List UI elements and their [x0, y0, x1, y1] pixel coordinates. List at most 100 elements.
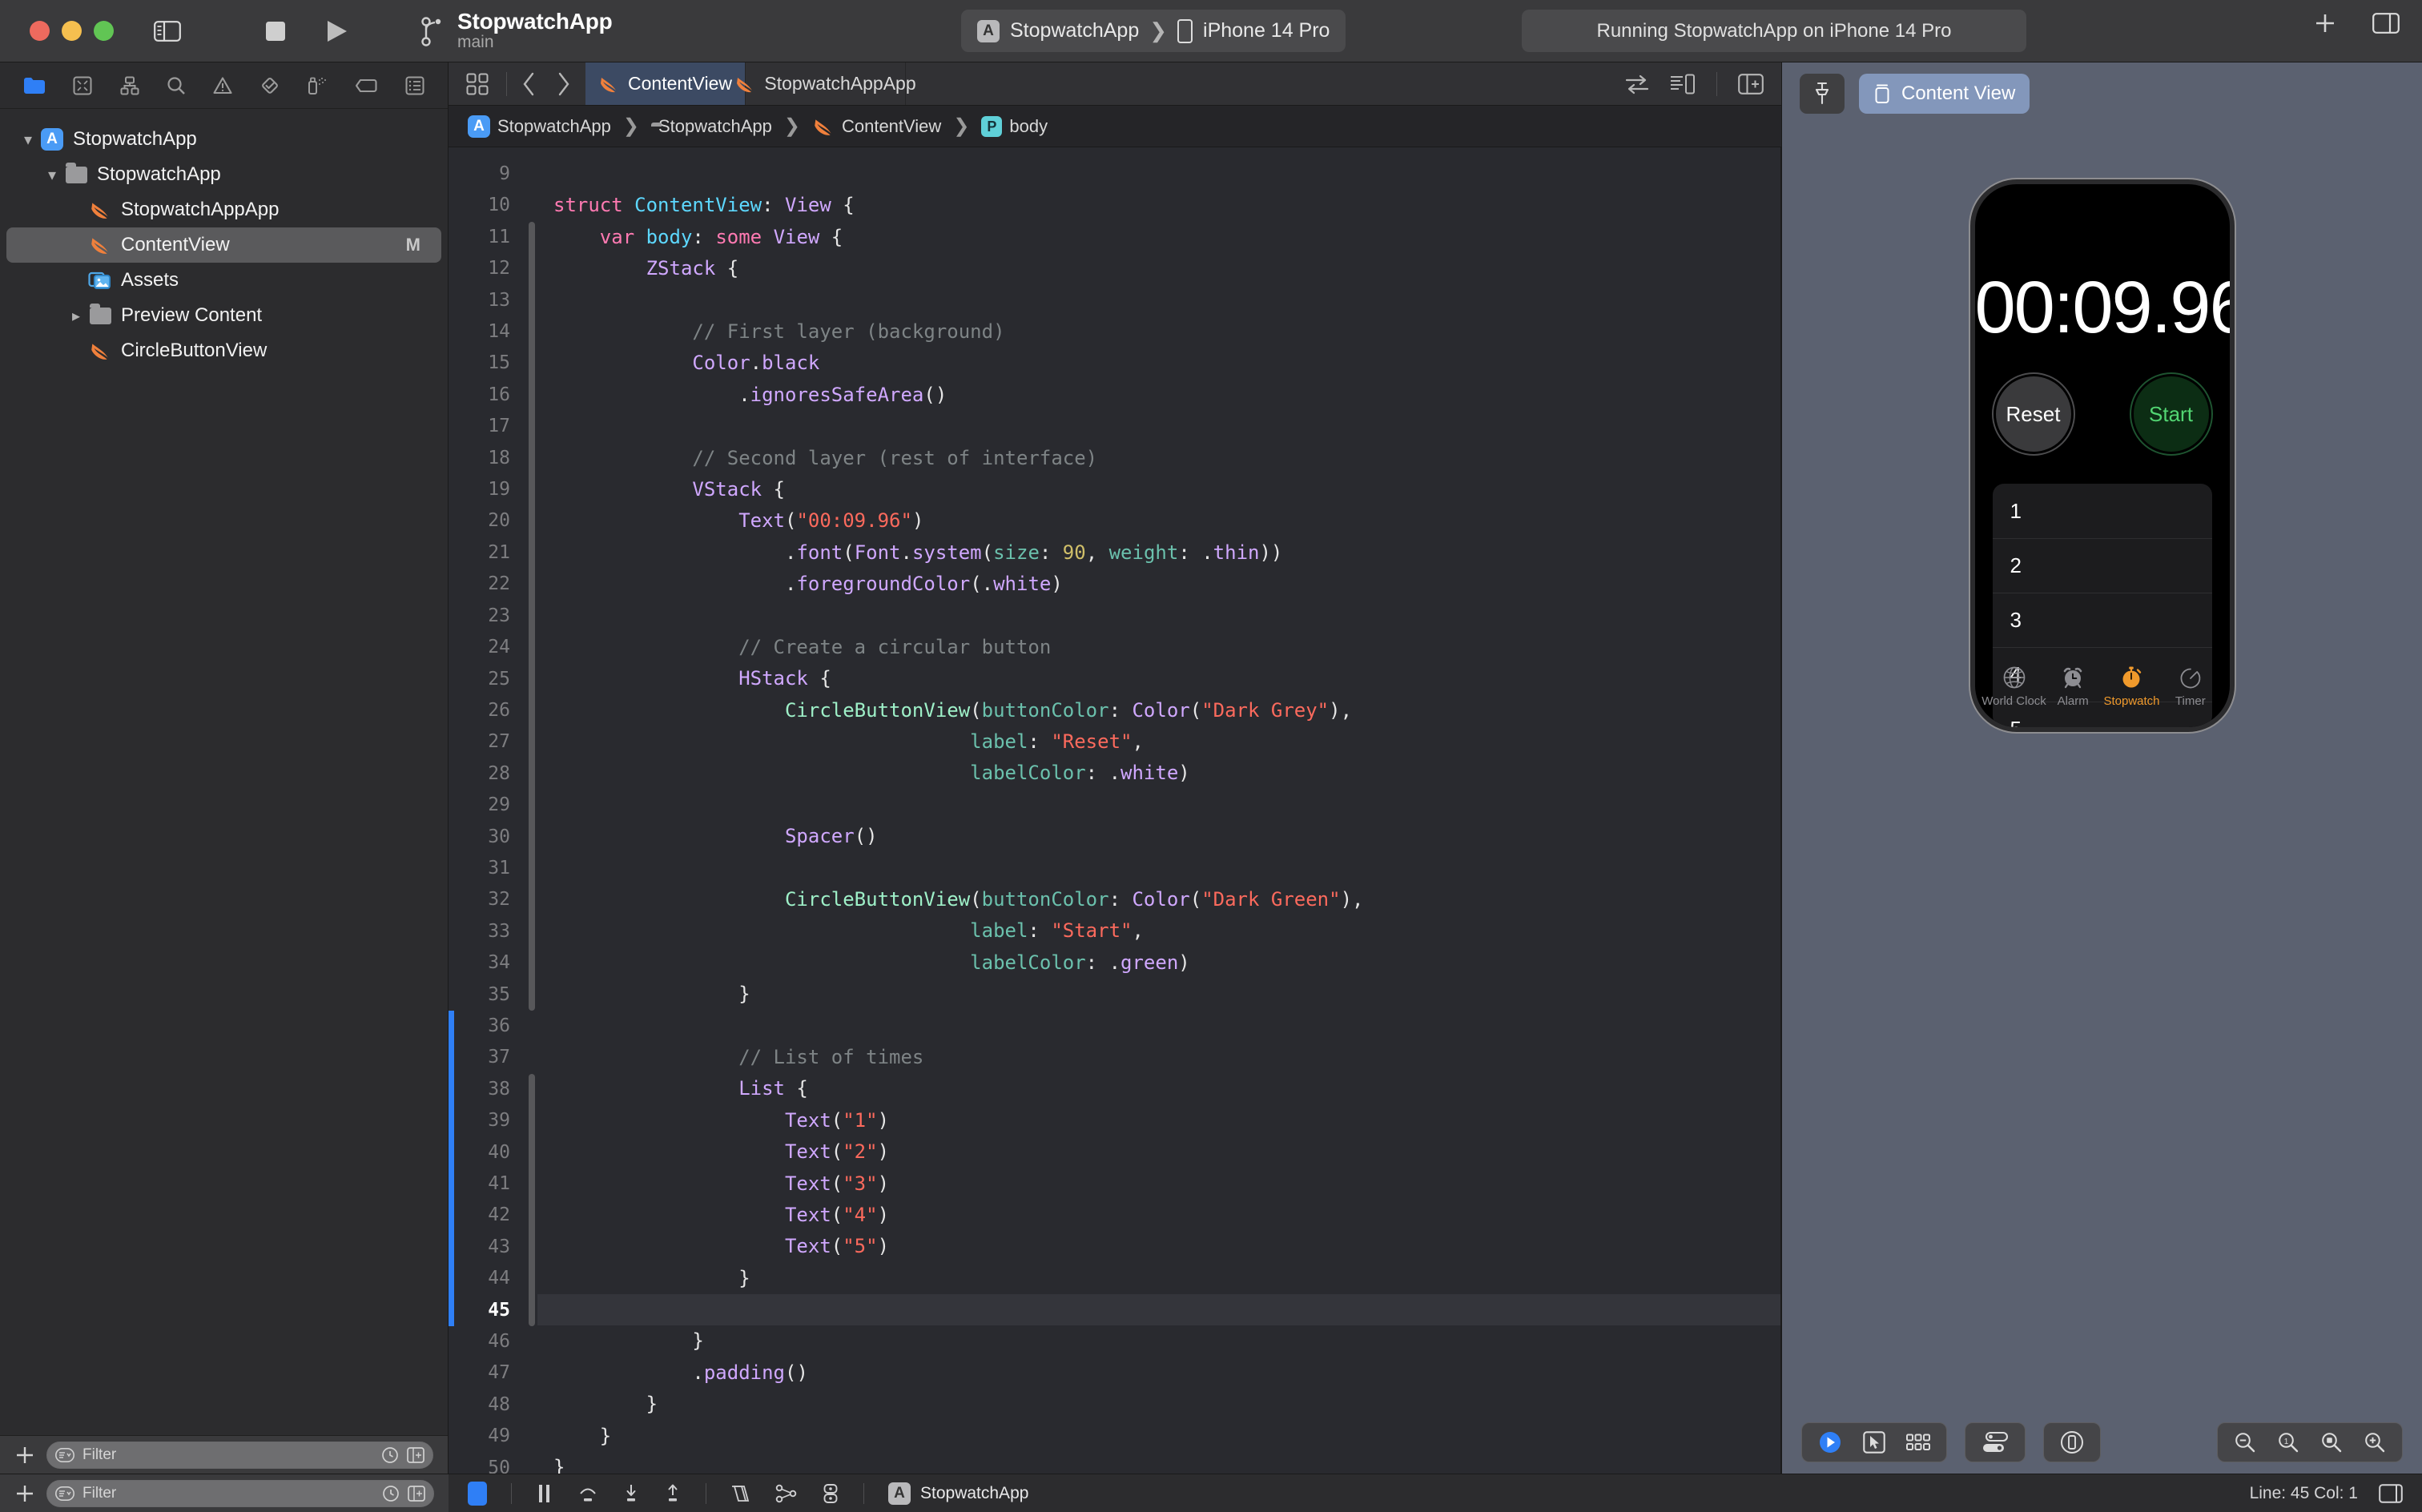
code-folding-ribbon[interactable] [526, 147, 537, 1474]
disclosure-triangle-icon[interactable]: ▾ [18, 130, 38, 150]
code-line[interactable]: } [553, 1263, 1781, 1294]
code-line[interactable]: CircleButtonView(buttonColor: Color("Dar… [553, 695, 1781, 726]
device-orientation-icon[interactable] [2060, 1430, 2084, 1454]
start-button[interactable]: Start [2134, 376, 2209, 452]
filter-options-icon[interactable] [55, 1486, 74, 1501]
code-line[interactable]: Text("5") [553, 1231, 1781, 1262]
view-debug-icon[interactable] [775, 1483, 798, 1504]
step-over-icon[interactable] [577, 1483, 598, 1504]
pin-icon[interactable] [1800, 74, 1845, 114]
code-line[interactable]: labelColor: .white) [553, 758, 1781, 789]
add-file-button[interactable] [14, 1445, 35, 1466]
code-line[interactable]: .foregroundColor(.white) [553, 569, 1781, 600]
minimap-icon[interactable] [1670, 74, 1696, 94]
breadcrumb-item-contentview[interactable]: ContentView [812, 116, 941, 137]
activity-status-bar[interactable]: Running StopwatchApp on iPhone 14 Pro [1522, 10, 2026, 52]
add-editor-icon[interactable] [1738, 74, 1764, 94]
lap-row[interactable]: 3 [1993, 593, 2212, 647]
project-file-tree[interactable]: ▾AStopwatchApp▾StopwatchApp▸StopwatchApp… [0, 109, 448, 1435]
find-navigator-icon[interactable] [167, 76, 186, 95]
code-line[interactable]: } [553, 979, 1781, 1010]
source-control-navigator-icon[interactable] [73, 76, 92, 95]
code-review-icon[interactable] [1625, 74, 1649, 94]
continue-icon[interactable] [468, 1482, 487, 1506]
view-hierarchy-icon[interactable] [730, 1483, 751, 1504]
code-line[interactable] [553, 600, 1781, 631]
pause-icon[interactable] [536, 1483, 553, 1504]
breakpoint-navigator-icon[interactable] [355, 78, 377, 93]
code-line[interactable]: .font(Font.system(size: 90, weight: .thi… [553, 537, 1781, 569]
sidebar-toggle-icon[interactable] [154, 21, 181, 42]
code-line[interactable]: } [553, 1421, 1781, 1452]
variants-grid-icon[interactable] [1906, 1434, 1930, 1451]
tab-stopwatchappapp[interactable]: StopwatchAppApp [746, 62, 906, 105]
symbol-navigator-icon[interactable] [120, 76, 139, 95]
report-navigator-icon[interactable] [405, 76, 424, 95]
back-chevron-icon[interactable] [521, 72, 536, 96]
minimize-window-button[interactable] [62, 21, 82, 41]
forward-chevron-icon[interactable] [557, 72, 571, 96]
tab-contentview[interactable]: ContentView [585, 62, 746, 105]
maximize-window-button[interactable] [94, 21, 114, 41]
zoom-out-icon[interactable] [2234, 1431, 2256, 1454]
tab-alarm[interactable]: Alarm [2044, 666, 2102, 708]
code-line[interactable]: struct ContentView: View { [553, 190, 1781, 221]
modified-files-filter-icon[interactable] [408, 1485, 425, 1502]
code-line[interactable]: List { [553, 1073, 1781, 1104]
step-into-icon[interactable] [622, 1483, 640, 1504]
tab-timer[interactable]: Timer [2161, 666, 2219, 708]
breadcrumb-item-stopwatchapp[interactable]: AStopwatchApp [468, 115, 611, 138]
code-line[interactable] [553, 159, 1781, 190]
code-line[interactable]: Text("1") [553, 1105, 1781, 1136]
tree-item-circlebuttonview[interactable]: ▸CircleButtonView [6, 333, 441, 368]
scheme-destination-selector[interactable]: A StopwatchApp ❯ iPhone 14 Pro [961, 10, 1346, 52]
code-line[interactable]: Text("2") [553, 1136, 1781, 1168]
add-file-button[interactable] [14, 1483, 35, 1504]
code-line[interactable]: Color.black [553, 348, 1781, 379]
code-line[interactable]: Text("4") [553, 1200, 1781, 1231]
code-line[interactable]: Text("00:09.96") [553, 505, 1781, 537]
code-line[interactable]: Text("3") [553, 1168, 1781, 1200]
debug-navigator-icon[interactable] [307, 76, 328, 95]
code-line[interactable]: CircleButtonView(buttonColor: Color("Dar… [553, 884, 1781, 915]
recent-files-filter-icon[interactable] [382, 1485, 400, 1502]
code-line[interactable]: // First layer (background) [553, 316, 1781, 348]
disclosure-triangle-icon[interactable]: ▾ [42, 165, 62, 185]
code-line[interactable]: // List of times [553, 1042, 1781, 1073]
tree-item-stopwatchapp[interactable]: ▾StopwatchApp [6, 157, 441, 192]
code-line[interactable]: label: "Reset", [553, 726, 1781, 758]
breadcrumb-item-stopwatchapp[interactable]: StopwatchApp [651, 116, 772, 137]
code-line[interactable]: var body: some View { [553, 222, 1781, 253]
disclosure-triangle-icon[interactable]: ▸ [66, 306, 86, 326]
code-line[interactable]: HStack { [553, 663, 1781, 694]
selectable-pointer-icon[interactable] [1863, 1431, 1885, 1454]
code-line[interactable] [553, 411, 1781, 442]
status-filter-input[interactable]: Filter [46, 1480, 434, 1507]
code-line[interactable]: } [553, 1452, 1781, 1474]
stop-icon[interactable] [265, 21, 286, 42]
live-preview-play-icon[interactable] [1818, 1430, 1842, 1454]
tree-item-stopwatchappapp[interactable]: ▸StopwatchAppApp [6, 192, 441, 227]
iphone-preview-device[interactable]: 00:09.96 Reset Start 12345 [1970, 179, 2235, 732]
code-line[interactable] [553, 853, 1781, 884]
code-line[interactable]: labelColor: .green) [553, 947, 1781, 979]
zoom-100-icon[interactable]: 1 [2277, 1431, 2299, 1454]
issue-navigator-icon[interactable] [213, 76, 232, 95]
layout-toggle-icon[interactable] [2379, 1484, 2403, 1503]
lap-row[interactable]: 2 [1993, 538, 2212, 593]
test-navigator-icon[interactable] [260, 76, 280, 95]
code-line[interactable]: .ignoresSafeArea() [553, 380, 1781, 411]
tree-item-contentview[interactable]: ▸ContentViewM [6, 227, 441, 263]
code-line[interactable]: // Second layer (rest of interface) [553, 443, 1781, 474]
code-line[interactable]: Spacer() [553, 821, 1781, 852]
inspector-toggle-icon[interactable] [2372, 13, 2400, 34]
zoom-in-icon[interactable] [2364, 1431, 2386, 1454]
plus-icon[interactable] [2313, 11, 2337, 35]
filter-options-icon[interactable] [55, 1448, 74, 1462]
tree-item-stopwatchapp[interactable]: ▾AStopwatchApp [6, 122, 441, 157]
zoom-fit-icon[interactable] [2320, 1431, 2343, 1454]
canvas-stage[interactable]: 00:09.96 Reset Start 12345 [1782, 125, 2422, 1411]
preview-name-pill[interactable]: Content View [1859, 74, 2030, 114]
code-line[interactable]: // Create a circular button [553, 632, 1781, 663]
close-window-button[interactable] [30, 21, 50, 41]
